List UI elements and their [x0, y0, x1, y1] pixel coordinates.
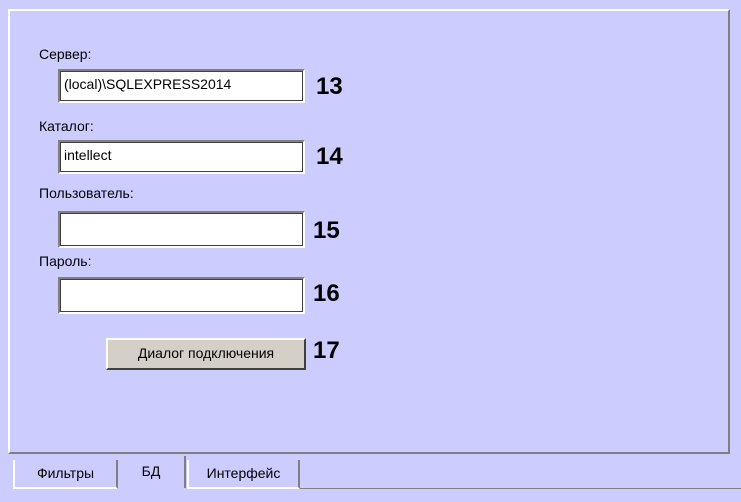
callout-13: 13: [316, 73, 343, 100]
catalog-field[interactable]: intellect: [58, 140, 305, 174]
tab-db[interactable]: БД: [118, 456, 186, 488]
password-field[interactable]: [58, 277, 305, 314]
user-label: Пользователь:: [39, 185, 134, 201]
callout-15: 15: [313, 217, 340, 244]
tab-strip-line: [300, 488, 741, 489]
server-label: Сервер:: [39, 46, 92, 62]
connection-dialog-button[interactable]: Диалог подключения: [106, 338, 306, 370]
settings-panel: Сервер: (local)\SQLEXPRESS2014 13 Катало…: [0, 0, 741, 502]
user-field[interactable]: [58, 211, 305, 248]
tab-filters[interactable]: Фильтры: [13, 460, 118, 489]
server-field[interactable]: (local)\SQLEXPRESS2014: [58, 69, 305, 103]
callout-14: 14: [316, 143, 343, 170]
catalog-label: Каталог:: [39, 118, 94, 134]
callout-17: 17: [313, 337, 340, 364]
callout-16: 16: [313, 280, 340, 307]
tab-interface[interactable]: Интерфейс: [187, 460, 300, 489]
password-label: Пароль:: [39, 253, 92, 269]
